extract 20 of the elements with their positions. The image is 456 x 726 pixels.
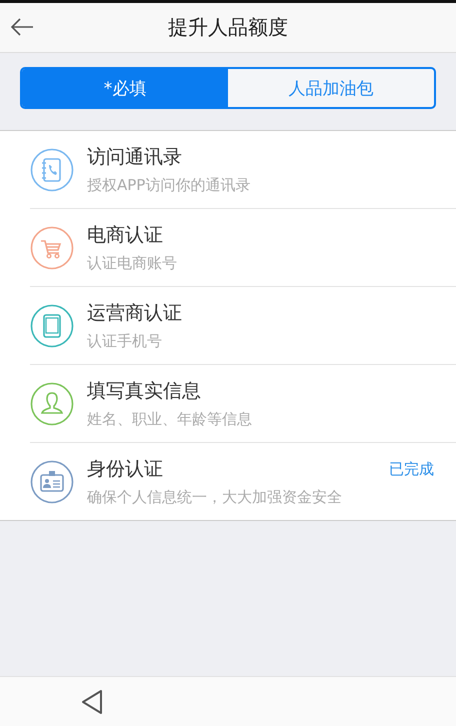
list-item[interactable]: 填写真实信息 姓名、职业、年龄等信息 xyxy=(30,364,456,442)
list-item[interactable]: 访问通讯录 授权APP访问你的通讯录 xyxy=(30,131,456,208)
back-icon[interactable] xyxy=(81,688,103,714)
item-subtitle: 确保个人信息统一，大大加强资金安全 xyxy=(87,488,343,507)
item-title: 运营商认证 xyxy=(87,301,182,326)
page-title: 提升人品额度 xyxy=(168,14,288,41)
status-label: 已完成 xyxy=(389,460,434,478)
list-item[interactable]: 身份认证 已完成 确保个人信息统一，大大加强资金安全 xyxy=(30,442,456,520)
item-title: 访问通讯录 xyxy=(87,145,182,170)
item-title: 身份认证 xyxy=(87,457,163,482)
item-subtitle: 认证手机号 xyxy=(87,332,163,351)
list-item[interactable]: 运营商认证 认证手机号 xyxy=(30,286,456,364)
item-subtitle: 姓名、职业、年龄等信息 xyxy=(87,410,253,429)
item-subtitle: 认证电商账号 xyxy=(87,254,178,273)
item-title: 填写真实信息 xyxy=(87,379,201,404)
back-icon[interactable] xyxy=(10,17,34,37)
tab[interactable]: *必填 xyxy=(22,69,228,107)
item-subtitle: 授权APP访问你的通讯录 xyxy=(87,176,252,195)
item-title: 电商认证 xyxy=(87,223,163,248)
list-item[interactable]: 电商认证 认证电商账号 xyxy=(30,208,456,286)
